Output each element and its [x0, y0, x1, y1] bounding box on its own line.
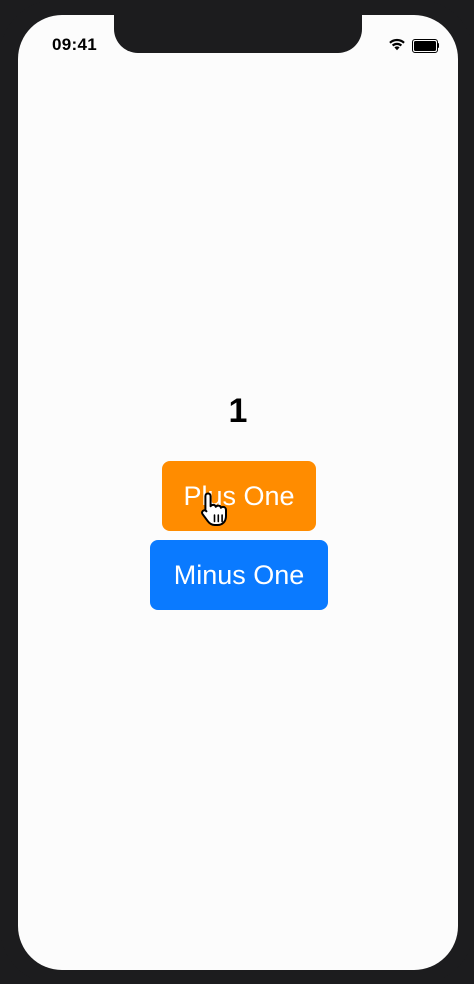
minus-one-button[interactable]: Minus One [150, 540, 328, 610]
status-time: 09:41 [52, 35, 97, 54]
wifi-icon [389, 38, 405, 51]
notch [114, 15, 362, 53]
app-screen: 09:41 1 Plus One Minus One [18, 15, 458, 970]
plus-one-button[interactable]: Plus One [162, 461, 316, 531]
battery-icon [412, 39, 440, 53]
counter-value: 1 [228, 392, 248, 430]
phone-frame: 09:41 1 Plus One Minus One [0, 0, 474, 984]
